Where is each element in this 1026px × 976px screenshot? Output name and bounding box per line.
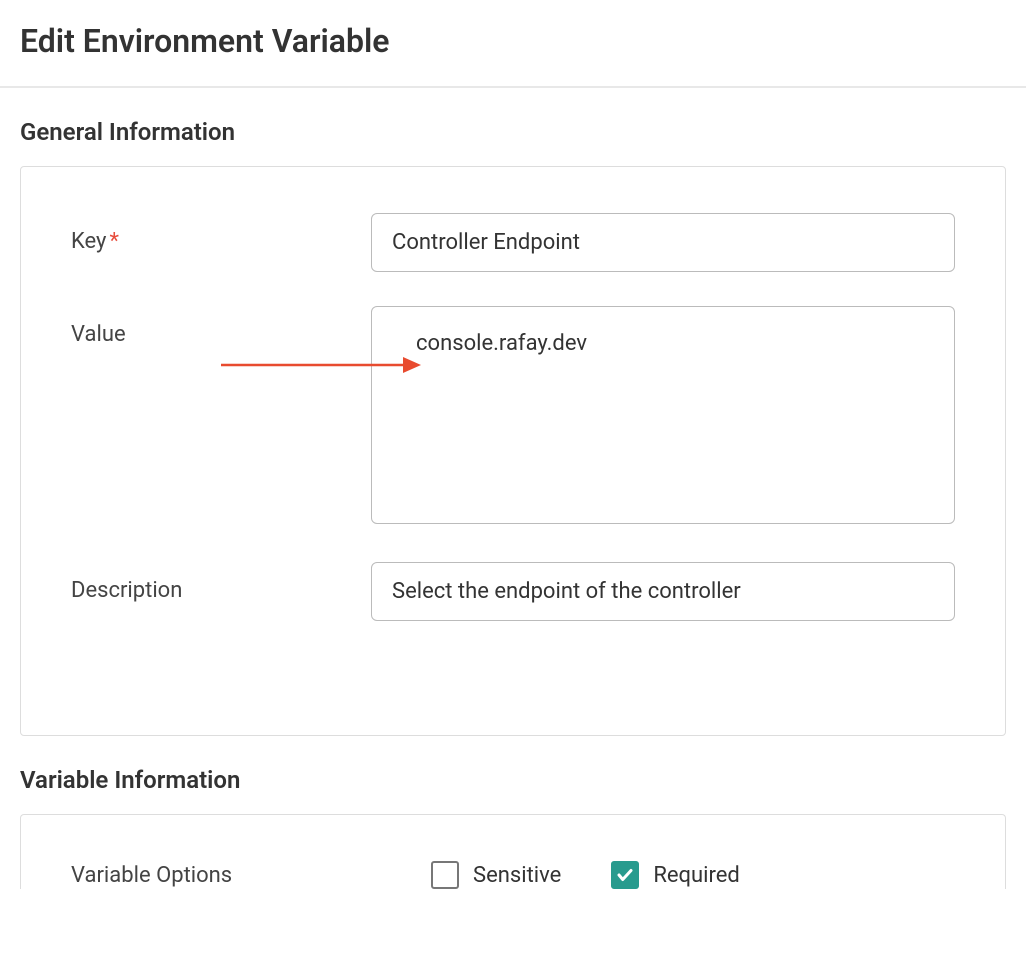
- variable-information-heading: Variable Information: [20, 766, 1006, 794]
- variable-information-panel: Variable Options Sensitive: [20, 814, 1006, 889]
- check-icon: [616, 866, 634, 884]
- value-field-row: Value console.rafay.dev: [71, 306, 955, 528]
- general-information-heading: General Information: [20, 118, 1006, 146]
- variable-information-section: Variable Information Variable Options Se…: [0, 736, 1026, 889]
- key-label-text: Key: [71, 229, 106, 254]
- page-title: Edit Environment Variable: [0, 0, 1026, 88]
- sensitive-checkbox-box: [431, 861, 459, 889]
- variable-options-row: Variable Options Sensitive: [71, 861, 955, 889]
- required-star-icon: *: [109, 229, 118, 254]
- required-checkbox[interactable]: Required: [611, 861, 740, 889]
- sensitive-checkbox-label: Sensitive: [473, 863, 561, 888]
- key-label: Key*: [71, 213, 371, 254]
- required-checkbox-box: [611, 861, 639, 889]
- sensitive-checkbox[interactable]: Sensitive: [431, 861, 561, 889]
- variable-options-label: Variable Options: [71, 863, 371, 888]
- variable-options-group: Sensitive Required: [431, 861, 740, 889]
- general-information-section: General Information Key* Value console.r…: [0, 88, 1026, 736]
- value-textarea[interactable]: console.rafay.dev: [371, 306, 955, 524]
- required-checkbox-label: Required: [653, 863, 740, 888]
- description-label: Description: [71, 562, 371, 603]
- value-label: Value: [71, 306, 371, 347]
- description-field-row: Description: [71, 562, 955, 621]
- general-information-panel: Key* Value console.rafay.dev Description: [20, 166, 1006, 736]
- key-field-row: Key*: [71, 213, 955, 272]
- description-input[interactable]: [371, 562, 955, 621]
- key-input[interactable]: [371, 213, 955, 272]
